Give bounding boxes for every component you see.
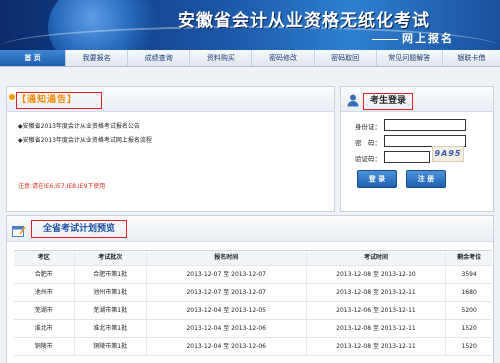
table-row: 淮北市 淮北市第1批 2013-12-04 至 2013-12-06 2013-… [14, 320, 492, 338]
nav-item-unionpay[interactable]: 银联卡借 [443, 50, 500, 66]
table-cell: 1520 [461, 325, 477, 332]
table-cell: 淮北市第1批 [75, 320, 147, 337]
exam-plan-table: 考区 考试批次 报名时间 考试时间 剩余考位 合肥市 合肥市第1批 2013-1… [14, 250, 492, 356]
login-title: 考生登录 [363, 93, 413, 110]
table-cell: 淮北市 [14, 320, 75, 337]
table-cell: 2013-12-08 至 2013-12-10 [307, 266, 447, 283]
table-header-row: 考区 考试批次 报名时间 考试时间 剩余考位 [14, 250, 492, 266]
captcha-label: 验证码： [355, 155, 381, 163]
table-cell: 2013-12-06 至 2013-12-11 [307, 302, 447, 319]
main-nav: 首 页 我要报名 成绩查询 资料购买 密码修改 密码取回 常见问题解答 银联卡借 [0, 50, 500, 67]
table-row: 池州市 池州市第1批 2013-12-07 至 2013-12-07 2013-… [14, 284, 492, 302]
nav-item-buy-materials[interactable]: 资料购买 [190, 50, 253, 66]
nav-item-register[interactable]: 我要报名 [66, 50, 129, 66]
table-cell: 2013-12-04 至 2013-12-05 [147, 302, 307, 319]
site-title: 安徽省会计从业资格无纸化考试 [178, 11, 430, 31]
nav-item-change-password[interactable]: 密码修改 [252, 50, 315, 66]
table-cell: 2013-12-07 至 2013-12-07 [147, 266, 307, 283]
column-header: 考区 [14, 251, 75, 265]
table-cell: 2013-12-08 至 2013-12-11 [307, 338, 447, 355]
table-cell: 池州市 [14, 284, 75, 301]
notice-link[interactable]: ◆安徽省2013年度会计从业资格考试报名公告 [18, 120, 152, 134]
nav-item-score-query[interactable]: 成绩查询 [128, 50, 191, 66]
notice-title: 【通知通告】 [16, 92, 102, 109]
column-header: 报名时间 [147, 251, 307, 265]
calendar-icon [12, 222, 26, 237]
browser-warning: 注意:请在IE6,IE7,IE8,IE9下使用 [18, 183, 106, 190]
nav-item-recover-password[interactable]: 密码取回 [315, 50, 377, 66]
table-row: 芜湖市 芜湖市第1批 2013-12-04 至 2013-12-05 2013-… [14, 302, 492, 320]
nav-item-home[interactable]: 首 页 [0, 50, 67, 66]
notice-link[interactable]: ◆安徽省2013年度会计从业资格考试网上报名流程 [18, 134, 152, 148]
table-cell: 5200 [461, 307, 477, 314]
table-cell: 1680 [461, 289, 477, 296]
captcha-image[interactable]: 9A95 [432, 146, 464, 162]
user-icon [346, 92, 360, 107]
table-cell: 2013-12-07 至 2013-12-07 [147, 284, 307, 301]
table-cell: 2013-12-08 至 2013-12-11 [307, 320, 447, 337]
table-row: 合肥市 合肥市第1批 2013-12-07 至 2013-12-07 2013-… [14, 266, 492, 284]
table-cell: 铜陵市第1批 [75, 338, 147, 355]
login-button[interactable]: 登 录 [357, 170, 397, 188]
table-cell: 芜湖市 [14, 302, 75, 319]
nav-item-faq[interactable]: 常见问题解答 [377, 50, 443, 66]
header-banner: 安徽省会计从业资格无纸化考试 网上报名 [0, 0, 500, 50]
table-cell: 3594 [461, 271, 477, 278]
table-cell: 2013-12-04 至 2013-12-06 [147, 338, 307, 355]
table-cell: 合肥市 [14, 266, 75, 283]
column-header: 剩余考位 [457, 254, 482, 261]
exam-plan-title: 全省考试计划预览 [31, 220, 127, 238]
notice-list: ◆安徽省2013年度会计从业资格考试报名公告 ◆安徽省2013年度会计从业资格考… [18, 120, 152, 148]
table-cell: 1520 [461, 343, 477, 350]
table-cell: 2013-12-04 至 2013-12-06 [147, 320, 307, 337]
column-header: 考试时间 [307, 251, 447, 265]
id-number-input[interactable] [384, 119, 466, 131]
table-cell: 铜陵市 [14, 338, 75, 355]
table-cell: 2013-12-08 至 2013-12-11 [307, 284, 447, 301]
table-cell: 池州市第1批 [75, 284, 147, 301]
register-button[interactable]: 注 册 [406, 170, 446, 188]
table-row: 铜陵市 铜陵市第1批 2013-12-04 至 2013-12-06 2013-… [14, 338, 492, 356]
captcha-input[interactable] [384, 151, 430, 163]
column-header: 考试批次 [75, 251, 147, 265]
password-label: 密 码： [355, 139, 381, 147]
table-cell: 芜湖市第1批 [75, 302, 147, 319]
notice-dot-icon [9, 94, 15, 100]
site-subtitle: 网上报名 [372, 30, 454, 46]
table-cell: 合肥市第1批 [75, 266, 147, 283]
id-label: 身份证： [355, 123, 381, 131]
